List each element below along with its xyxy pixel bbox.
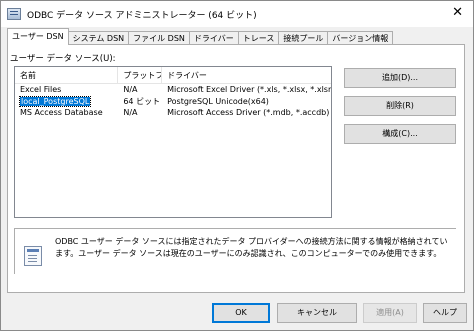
- dsn-driver: Microsoft Access Driver (*.mdb, *.accdb): [167, 108, 330, 117]
- help-button[interactable]: ヘルプ: [423, 303, 467, 323]
- list-item-selected[interactable]: local_PostgreSQL 64 ビット PostgreSQL Unico…: [15, 95, 331, 108]
- apply-button[interactable]: 適用(A): [363, 303, 417, 323]
- dsn-driver: Microsoft Excel Driver (*.xls, *.xlsx, *…: [167, 85, 331, 94]
- list-header: 名前 プラットフォーム ドライバー: [15, 67, 331, 84]
- add-button[interactable]: 追加(D)...: [344, 68, 456, 88]
- title-bar: ODBC データ ソース アドミニストレーター (64 ビット) ✕: [1, 1, 473, 27]
- tab-system-dsn[interactable]: システム DSN: [67, 31, 130, 45]
- odbc-app-icon: [7, 8, 21, 20]
- tab-user-dsn[interactable]: ユーザー DSN: [7, 28, 69, 45]
- dsn-platform: 64 ビット: [123, 96, 161, 106]
- user-dsn-list[interactable]: 名前 プラットフォーム ドライバー Excel Files N/A Micros…: [14, 66, 332, 218]
- user-data-sources-label: ユーザー データ ソース(U):: [10, 54, 116, 64]
- column-header-driver[interactable]: ドライバー: [162, 67, 331, 83]
- dsn-name: MS Access Database: [20, 108, 103, 117]
- column-header-name[interactable]: 名前: [15, 67, 119, 83]
- cancel-button[interactable]: キャンセル: [277, 303, 357, 323]
- remove-button[interactable]: 削除(R): [344, 96, 456, 116]
- tab-connection-pooling[interactable]: 接続プール: [278, 31, 329, 45]
- tab-drivers[interactable]: ドライバー: [188, 31, 239, 45]
- info-description: ODBC ユーザー データ ソースには指定されたデータ プロバイダーへの接続方法…: [55, 237, 448, 258]
- tab-tracing[interactable]: トレース: [237, 31, 280, 45]
- dsn-name: local_PostgreSQL: [18, 95, 92, 107]
- tab-file-dsn[interactable]: ファイル DSN: [128, 31, 190, 45]
- list-item[interactable]: Excel Files N/A Microsoft Excel Driver (…: [15, 84, 331, 96]
- list-item[interactable]: MS Access Database N/A Microsoft Access …: [15, 107, 331, 119]
- dsn-driver: PostgreSQL Unicode(x64): [167, 96, 269, 106]
- tab-strip: ユーザー DSN システム DSN ファイル DSN ドライバー トレース 接続…: [7, 28, 394, 45]
- column-header-platform[interactable]: プラットフォーム: [118, 67, 163, 83]
- ok-button[interactable]: OK: [212, 303, 270, 323]
- tab-about[interactable]: バージョン情報: [327, 31, 394, 45]
- dsn-platform: N/A: [123, 108, 138, 117]
- close-icon[interactable]: ✕: [452, 6, 463, 20]
- dsn-platform: N/A: [123, 85, 138, 94]
- configure-button[interactable]: 構成(C)...: [344, 124, 456, 144]
- dsn-name: Excel Files: [20, 85, 62, 94]
- window-title: ODBC データ ソース アドミニストレーター (64 ビット): [27, 10, 257, 21]
- data-source-info-icon: [24, 246, 42, 266]
